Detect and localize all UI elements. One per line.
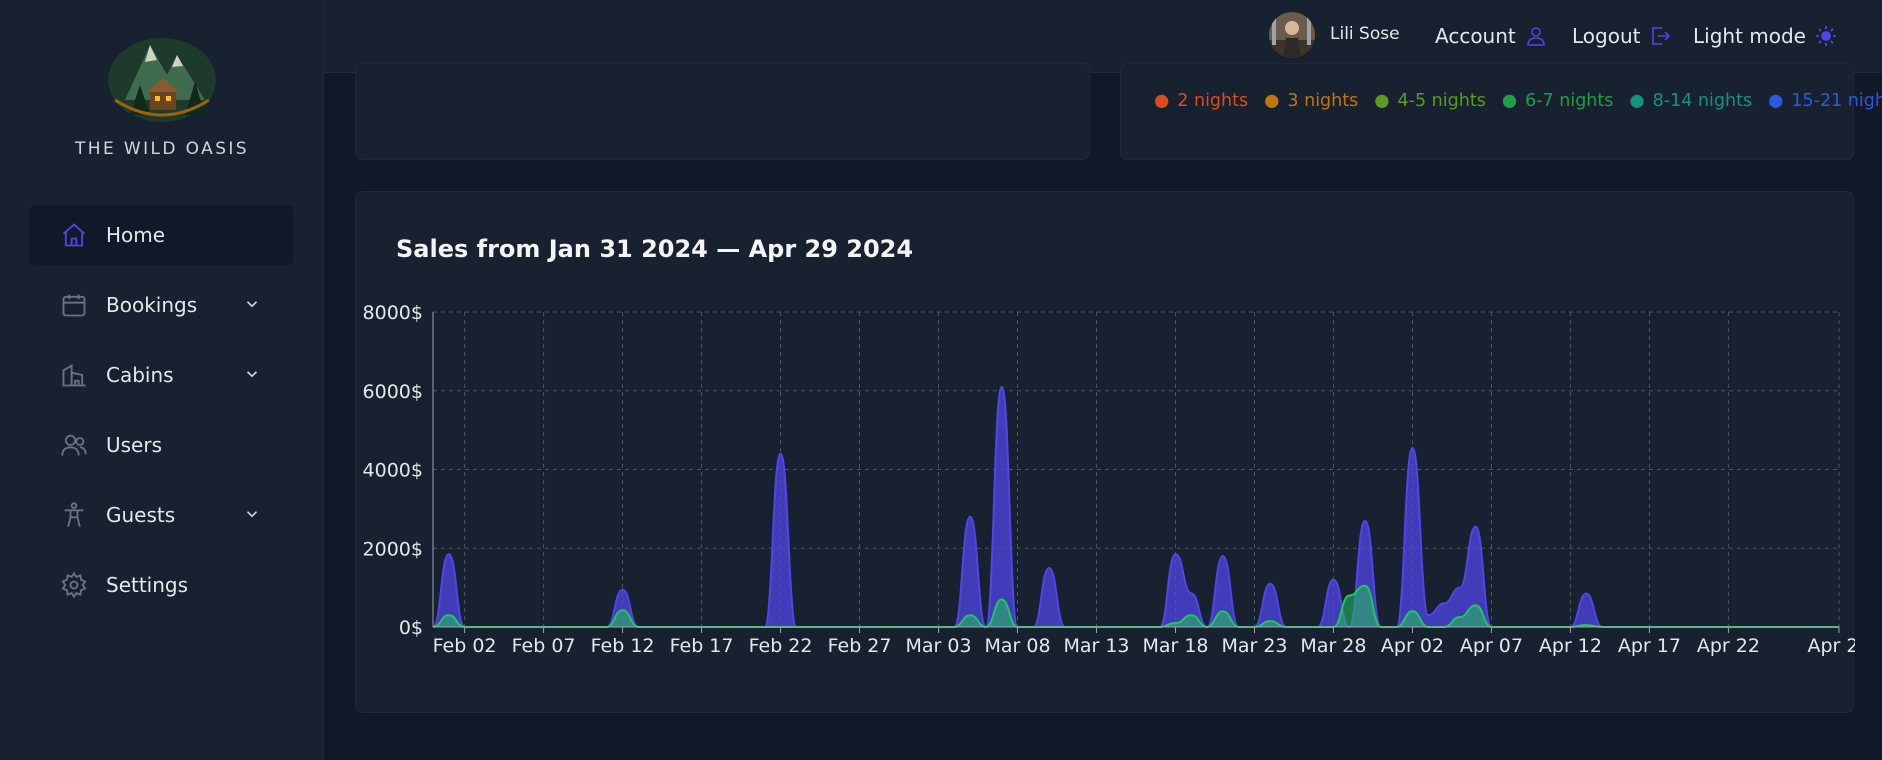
user-icon <box>1526 27 1545 46</box>
chevron-down-icon[interactable] <box>243 295 261 313</box>
stats-card <box>355 63 1090 160</box>
duration-card <box>1120 63 1854 160</box>
sidebar: THE WILD OASIS Home Bookings Cabins User… <box>0 0 324 760</box>
extras-sales-area <box>433 585 1839 627</box>
x-tick-label: Apr 07 <box>1460 635 1523 657</box>
cabin-icon <box>60 361 88 389</box>
nav-label-home: Home <box>106 223 166 247</box>
light-mode-toggle[interactable]: Light mode <box>1693 22 1838 50</box>
home-icon <box>60 221 88 249</box>
logout-icon <box>1652 27 1671 45</box>
x-tick-label: Mar 23 <box>1221 635 1287 657</box>
nav-label-settings: Settings <box>106 573 189 597</box>
y-tick-label: 4000$ <box>363 460 423 482</box>
logo <box>105 30 220 124</box>
account-label: Account <box>1435 24 1516 48</box>
logout-button[interactable]: Logout <box>1572 22 1672 50</box>
brand-name: THE WILD OASIS <box>74 139 249 159</box>
y-tick-label: 0$ <box>399 617 423 639</box>
x-tick-label: Feb 27 <box>828 635 892 657</box>
nav-item-cabins[interactable]: Cabins <box>29 345 293 405</box>
y-tick-label: 2000$ <box>363 538 423 560</box>
avatar[interactable] <box>1269 12 1315 58</box>
legend-item: ● 2 nights <box>1154 91 1249 111</box>
user-name: Lili Sose <box>1330 24 1400 44</box>
nav-label-guests: Guests <box>106 503 176 527</box>
guest-icon <box>60 501 88 529</box>
y-tick-label: 6000$ <box>363 381 423 403</box>
x-tick-label: Mar 18 <box>1142 635 1208 657</box>
users-icon <box>60 431 88 459</box>
nav-label-users: Users <box>106 433 163 457</box>
x-tick-label: Feb 17 <box>670 635 734 657</box>
x-tick-label: Apr 12 <box>1539 635 1602 657</box>
calendar-icon <box>60 291 88 319</box>
x-tick-label: Mar 03 <box>905 635 971 657</box>
x-tick-label: Mar 13 <box>1063 635 1129 657</box>
sales-chart-card: Sales from Jan 31 2024 — Apr 29 2024 0$ 2… <box>355 191 1855 713</box>
total-sales-area <box>433 386 1839 627</box>
sales-chart: 0$ 2000$ 4000$ 6000$ 8000$ Feb 02 Feb 07 Feb 12… <box>363 302 1855 657</box>
nav-item-guests[interactable]: Guests <box>29 485 293 545</box>
x-tick-label: Apr 29 <box>1807 635 1855 657</box>
main-nav: Home Bookings Cabins Users Guests Settin… <box>29 205 293 625</box>
legend-item: ● 3 nights <box>1264 91 1359 111</box>
nav-label-cabins: Cabins <box>106 363 174 387</box>
y-tick-label: 8000$ <box>363 302 423 324</box>
chevron-down-icon[interactable] <box>243 505 261 523</box>
legend-item: ● 4-5 nights <box>1374 91 1486 111</box>
nav-item-home[interactable]: Home <box>29 205 293 265</box>
x-tick-label: Feb 12 <box>591 635 655 657</box>
x-tick-label: Feb 02 <box>433 635 497 657</box>
nav-item-bookings[interactable]: Bookings <box>29 275 293 335</box>
duration-legend: ● 2 nights ● 3 nights ● 4-5 nights ● 6-7 nig… <box>1154 91 1882 111</box>
legend-item: ●15-21 nights <box>1768 91 1882 111</box>
x-tick-label: Mar 08 <box>984 635 1050 657</box>
x-tick-label: Apr 02 <box>1381 635 1444 657</box>
main-content: ● 2 nights ● 3 nights ● 4-5 nights ● 6-7 nig… <box>324 63 1882 760</box>
legend-item: ● 6-7 nights <box>1501 91 1614 111</box>
x-tick-label: Apr 22 <box>1697 635 1760 657</box>
logout-label: Logout <box>1572 24 1641 48</box>
nav-item-settings[interactable]: Settings <box>29 555 293 615</box>
sun-icon <box>1816 26 1836 46</box>
x-tick-label: Feb 07 <box>512 635 576 657</box>
x-tick-label: Apr 17 <box>1618 635 1681 657</box>
x-tick-label: Feb 22 <box>749 635 813 657</box>
nav-item-users[interactable]: Users <box>29 415 293 475</box>
light-mode-label: Light mode <box>1693 24 1806 48</box>
gear-icon <box>60 571 88 599</box>
chevron-down-icon[interactable] <box>243 365 261 383</box>
extras-sales-line <box>432 584 1839 629</box>
app: THE WILD OASIS Home Bookings Cabins User… <box>0 0 1882 760</box>
nav-label-bookings: Bookings <box>106 293 198 317</box>
legend-item: ● 8-14 nights <box>1629 91 1753 111</box>
x-tick-label: Mar 28 <box>1300 635 1366 657</box>
account-button[interactable]: Account <box>1435 22 1548 50</box>
total-sales-line <box>432 385 1839 629</box>
